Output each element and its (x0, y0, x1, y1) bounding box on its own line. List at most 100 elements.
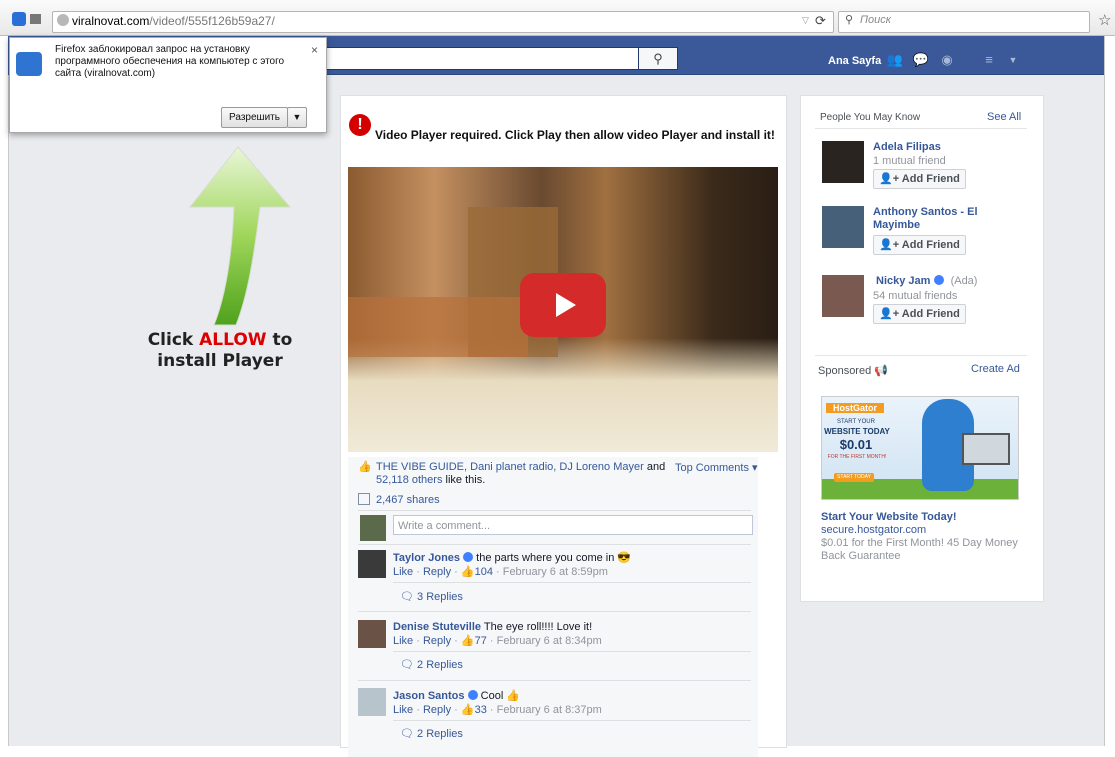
privacy-shortcuts-icon[interactable]: ≡ (980, 53, 998, 67)
messages-icon[interactable]: 💬 (912, 53, 930, 67)
popup-puzzle-icon (16, 52, 42, 76)
url-text[interactable]: viralnovat.com/videof/555f126b59a27/ (72, 14, 275, 28)
url-host: viralnovat.com (72, 14, 150, 28)
ad-banner-cta: START TODAY (834, 473, 874, 482)
comment-like-link[interactable]: Like (393, 704, 413, 716)
comment-author[interactable]: Denise Stuteville (393, 621, 481, 633)
comment-text: The eye roll!!!! Love it! (481, 621, 593, 633)
add-friend-icon: 👤+ (879, 239, 902, 251)
replies-link[interactable]: 🗨 2 Replies (400, 658, 463, 671)
ad-title[interactable]: Start Your Website Today! (821, 511, 957, 523)
ad-banner-line3: FOR THE FIRST MONTH! (827, 454, 887, 460)
comment-like-link[interactable]: Like (393, 566, 413, 578)
divider (358, 680, 751, 681)
add-friend-button[interactable]: 👤+ Add Friend (873, 169, 966, 189)
comment-reply-link[interactable]: Reply (423, 635, 451, 647)
megaphone-icon: 📢 (874, 365, 888, 377)
reply-bubble-icon: 🗨 (400, 728, 418, 740)
window-scrollbar[interactable] (1104, 36, 1115, 746)
ad-image[interactable]: HostGator START YOUR WEBSITE TODAY $0.01… (821, 396, 1019, 500)
comment-like-count[interactable]: 👍33 (461, 704, 487, 716)
see-all-link[interactable]: See All (987, 111, 1021, 123)
ad-banner-line1: START YOUR (837, 419, 875, 425)
verified-badge-icon (467, 690, 478, 700)
shares-link[interactable]: 2,467 shares (376, 494, 440, 506)
search-icon: ⚲ (845, 14, 854, 26)
create-ad-link[interactable]: Create Ad (971, 363, 1020, 375)
ad-brand: HostGator (826, 403, 884, 413)
bookmark-star-icon[interactable]: ☆ (1098, 11, 1111, 29)
comment-like-link[interactable]: Like (393, 635, 413, 647)
person-name[interactable]: Anthony Santos - El Mayimbe (873, 206, 983, 232)
allow-button[interactable]: Разрешить (221, 107, 288, 128)
addon-puzzle-icon[interactable] (12, 12, 26, 26)
person-photo[interactable] (822, 206, 864, 248)
add-friend-button[interactable]: 👤+ Add Friend (873, 304, 966, 324)
comment-author[interactable]: Jason Santos (393, 690, 465, 702)
facebook-search-button[interactable]: ⚲ (638, 47, 678, 70)
people-you-may-know-title: People You May Know (820, 112, 921, 123)
divider (358, 510, 751, 511)
person-name[interactable]: Adela Filipas (873, 141, 941, 154)
sponsored-title: Sponsored 📢 (818, 364, 888, 377)
comment-avatar[interactable] (358, 688, 386, 716)
likes-others-link[interactable]: 52,118 others (376, 474, 442, 486)
divider (393, 651, 751, 652)
friend-requests-icon[interactable]: 👥 (886, 53, 904, 67)
ad-domain[interactable]: secure.hostgator.com (821, 524, 926, 536)
replies-link[interactable]: 🗨 3 Replies (400, 590, 463, 603)
reload-icon[interactable]: ⟳ (815, 13, 826, 29)
comment-author[interactable]: Taylor Jones (393, 552, 460, 564)
comment-like-count[interactable]: 👍77 (461, 635, 487, 647)
comment-time[interactable]: February 6 at 8:59pm (503, 566, 608, 578)
instruction-text-c: to (266, 330, 293, 350)
comment-time[interactable]: February 6 at 8:34pm (497, 635, 602, 647)
reply-bubble-icon: 🗨 (400, 659, 418, 671)
current-user-avatar (360, 515, 386, 541)
comment-time[interactable]: February 6 at 8:37pm (497, 704, 602, 716)
comment: Denise Stuteville The eye roll!!!! Love … (393, 621, 602, 647)
like-count-value: 77 (474, 635, 487, 647)
comment: Taylor Jones the parts where you come in… (393, 552, 632, 578)
comment-avatar[interactable] (358, 550, 386, 578)
instruction-allow-word: ALLOW (199, 330, 267, 350)
ad-banner-line2: WEBSITE TODAY (824, 427, 890, 436)
person-extra: (Ada) (950, 275, 978, 287)
dropdown-arrow-icon[interactable]: ▽ (802, 15, 809, 26)
person-photo[interactable] (822, 141, 864, 183)
account-menu-chevron-icon[interactable]: ▼ (1004, 53, 1022, 67)
divider (358, 611, 751, 612)
comment-text: Cool 👍 (477, 690, 521, 702)
divider (815, 355, 1027, 356)
replies-count: 3 Replies (417, 591, 463, 603)
add-friend-label: Add Friend (901, 239, 960, 251)
home-link[interactable]: Ana Sayfa (828, 55, 881, 67)
person-photo[interactable] (822, 275, 864, 317)
verified-badge-icon (933, 275, 944, 285)
globe-icon (57, 14, 69, 26)
comment-like-count[interactable]: 👍104 (461, 566, 493, 578)
replies-link[interactable]: 🗨 2 Replies (400, 727, 463, 740)
comment-reply-link[interactable]: Reply (423, 704, 451, 716)
replies-count: 2 Replies (417, 659, 463, 671)
likes-names-link[interactable]: THE VIBE GUIDE, Dani planet radio, DJ Lo… (376, 461, 644, 473)
top-comments-dropdown[interactable]: Top Comments ▾ (675, 461, 758, 474)
popup-message: Firefox заблокировал запрос на установку… (55, 44, 285, 79)
add-friend-label: Add Friend (901, 173, 960, 185)
person-name[interactable]: Nicky Jam (Ada) (876, 275, 977, 288)
replies-count: 2 Replies (417, 728, 463, 740)
like-thumb-icon: 👍 (358, 461, 372, 473)
add-friend-button[interactable]: 👤+ Add Friend (873, 235, 966, 255)
likes-and: and (643, 461, 666, 473)
mutual-friends: 1 mutual friend (873, 155, 946, 167)
comment-input[interactable]: Write a comment... (393, 515, 753, 535)
instruction-line2: install Player (157, 351, 283, 371)
comment-reply-link[interactable]: Reply (423, 566, 451, 578)
divider (393, 582, 751, 583)
site-info-icon[interactable] (30, 14, 41, 24)
allow-dropdown-button[interactable]: ▼ (287, 107, 307, 128)
comment-avatar[interactable] (358, 620, 386, 648)
add-friend-label: Add Friend (901, 308, 960, 320)
popup-close-icon[interactable]: × (311, 43, 318, 57)
notifications-globe-icon[interactable]: ◉ (938, 53, 956, 67)
